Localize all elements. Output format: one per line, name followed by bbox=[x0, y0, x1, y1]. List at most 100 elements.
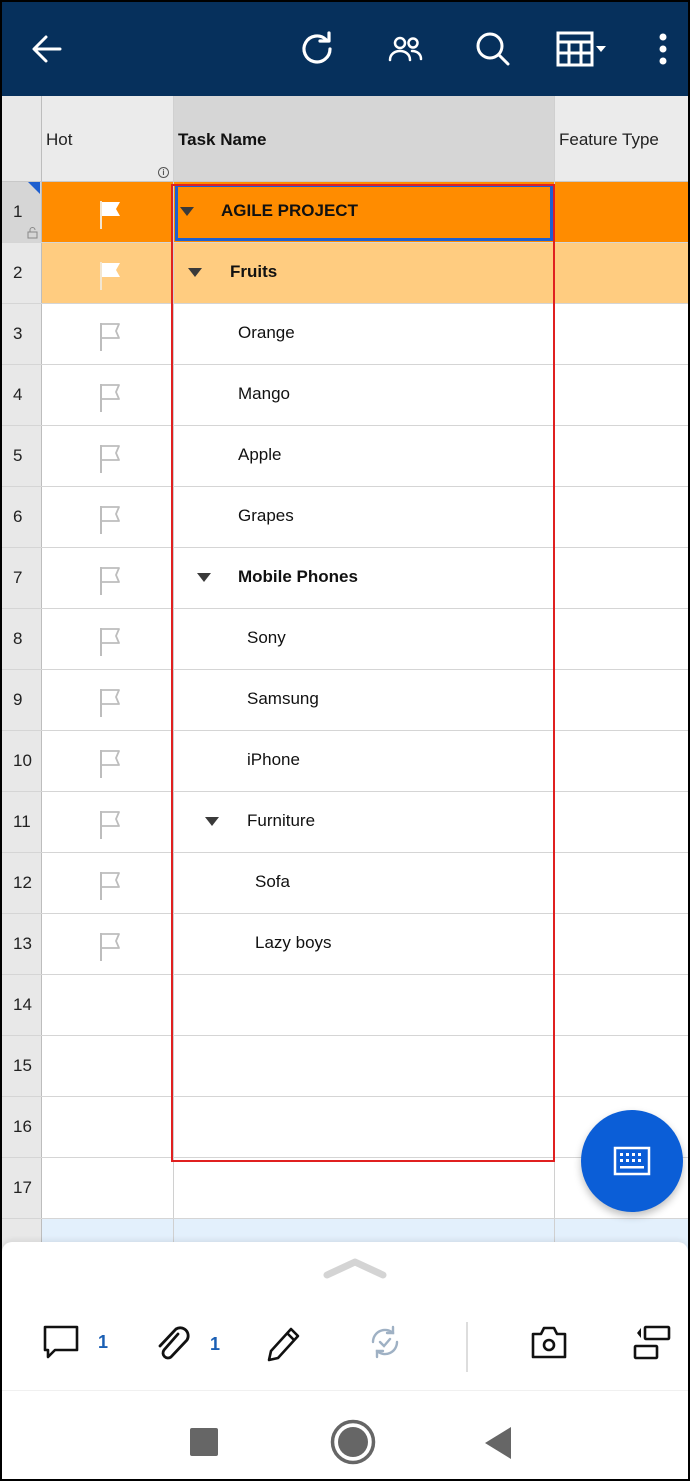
hot-flag-cell[interactable] bbox=[42, 914, 174, 974]
hot-flag-cell[interactable] bbox=[42, 426, 174, 486]
row-number-cell[interactable]: 4 bbox=[2, 365, 42, 425]
collapse-caret-icon[interactable] bbox=[197, 573, 211, 582]
task-name-cell[interactable] bbox=[174, 1036, 555, 1096]
table-row[interactable]: 3 Orange bbox=[2, 304, 688, 365]
row-number-cell[interactable]: 15 bbox=[2, 1036, 42, 1096]
table-row[interactable]: 6 Grapes bbox=[2, 487, 688, 548]
table-row[interactable]: 15 bbox=[2, 1036, 688, 1097]
row-layout-button[interactable] bbox=[632, 1324, 672, 1362]
table-row[interactable]: 14 bbox=[2, 975, 688, 1036]
hot-flag-cell[interactable] bbox=[42, 1036, 174, 1096]
feature-type-cell[interactable] bbox=[555, 609, 688, 669]
feature-type-cell[interactable] bbox=[555, 365, 688, 425]
feature-type-cell[interactable] bbox=[555, 548, 688, 608]
feature-type-cell[interactable] bbox=[555, 304, 688, 364]
row-number-cell[interactable]: 12 bbox=[2, 853, 42, 913]
home-button[interactable] bbox=[330, 1419, 376, 1470]
refresh-button[interactable] bbox=[293, 24, 343, 74]
row-number-cell[interactable]: 3 bbox=[2, 304, 42, 364]
task-name-cell[interactable]: iPhone bbox=[174, 731, 555, 791]
table-row[interactable]: 10 iPhone bbox=[2, 731, 688, 792]
feature-type-cell[interactable] bbox=[555, 853, 688, 913]
feature-type-cell[interactable] bbox=[555, 914, 688, 974]
feature-type-cell[interactable] bbox=[555, 975, 688, 1035]
table-row[interactable]: 7 Mobile Phones bbox=[2, 548, 688, 609]
hot-flag-cell[interactable] bbox=[42, 1097, 174, 1157]
keyboard-fab-button[interactable] bbox=[581, 1110, 683, 1212]
row-number-cell[interactable]: 2 bbox=[2, 243, 42, 303]
hot-flag-cell[interactable] bbox=[42, 487, 174, 547]
table-row[interactable]: 2 Fruits bbox=[2, 243, 688, 304]
task-name-cell[interactable]: Sony bbox=[174, 609, 555, 669]
task-name-cell[interactable]: Apple bbox=[174, 426, 555, 486]
task-name-cell[interactable]: Fruits bbox=[174, 243, 555, 303]
hot-flag-cell[interactable] bbox=[42, 1158, 174, 1218]
task-name-cell[interactable] bbox=[174, 1158, 555, 1218]
row-number-cell[interactable]: 6 bbox=[2, 487, 42, 547]
table-row[interactable]: 1 AGILE PROJECT bbox=[2, 182, 688, 243]
table-row[interactable]: 5 Apple bbox=[2, 426, 688, 487]
feature-type-cell[interactable] bbox=[555, 670, 688, 730]
share-button[interactable] bbox=[381, 24, 431, 74]
table-row[interactable]: 9 Samsung bbox=[2, 670, 688, 731]
grid-view-button[interactable] bbox=[552, 24, 612, 74]
hot-flag-cell[interactable] bbox=[42, 670, 174, 730]
task-name-cell[interactable]: Samsung bbox=[174, 670, 555, 730]
table-row[interactable]: 8 Sony bbox=[2, 609, 688, 670]
feature-type-cell[interactable] bbox=[555, 487, 688, 547]
camera-button[interactable] bbox=[530, 1324, 568, 1360]
row-number-cell[interactable]: 8 bbox=[2, 609, 42, 669]
comments-button[interactable]: 1 bbox=[42, 1324, 108, 1360]
row-number-header[interactable] bbox=[2, 96, 42, 182]
hot-flag-cell[interactable] bbox=[42, 304, 174, 364]
column-header-feature-type[interactable]: Feature Type bbox=[555, 96, 688, 182]
attachments-button[interactable]: 1 bbox=[152, 1324, 220, 1364]
task-name-cell[interactable] bbox=[174, 975, 555, 1035]
column-header-hot[interactable]: Hot i bbox=[42, 96, 174, 182]
row-number-cell[interactable]: 9 bbox=[2, 670, 42, 730]
task-name-cell[interactable] bbox=[174, 1097, 555, 1157]
hot-flag-cell[interactable] bbox=[42, 731, 174, 791]
feature-type-cell[interactable] bbox=[555, 792, 688, 852]
feature-type-cell[interactable] bbox=[555, 426, 688, 486]
hot-flag-cell[interactable] bbox=[42, 182, 174, 242]
task-name-cell[interactable]: Grapes bbox=[174, 487, 555, 547]
search-button[interactable] bbox=[468, 24, 518, 74]
task-name-cell[interactable]: Lazy boys bbox=[174, 914, 555, 974]
table-row[interactable]: 13 Lazy boys bbox=[2, 914, 688, 975]
feature-type-cell[interactable] bbox=[555, 1036, 688, 1096]
info-icon[interactable]: i bbox=[158, 167, 169, 178]
row-number-cell[interactable]: 5 bbox=[2, 426, 42, 486]
row-number-cell[interactable]: 10 bbox=[2, 731, 42, 791]
table-row[interactable]: 12 Sofa bbox=[2, 853, 688, 914]
row-number-cell[interactable]: 13 bbox=[2, 914, 42, 974]
hot-flag-cell[interactable] bbox=[42, 365, 174, 425]
more-options-button[interactable] bbox=[643, 24, 683, 74]
hot-flag-cell[interactable] bbox=[42, 975, 174, 1035]
table-row[interactable]: 4 Mango bbox=[2, 365, 688, 426]
row-number-cell[interactable]: 7 bbox=[2, 548, 42, 608]
table-row[interactable]: 11 Furniture bbox=[2, 792, 688, 853]
task-name-cell[interactable]: Mango bbox=[174, 365, 555, 425]
hot-flag-cell[interactable] bbox=[42, 548, 174, 608]
feature-type-cell[interactable] bbox=[555, 243, 688, 303]
task-name-cell[interactable]: Orange bbox=[174, 304, 555, 364]
feature-type-cell[interactable] bbox=[555, 182, 688, 242]
expand-sheet-handle-icon[interactable] bbox=[322, 1256, 388, 1280]
feature-type-cell[interactable] bbox=[555, 731, 688, 791]
back-nav-button[interactable] bbox=[483, 1425, 513, 1466]
row-number-cell[interactable]: 11 bbox=[2, 792, 42, 852]
back-button[interactable] bbox=[22, 24, 72, 74]
task-name-cell[interactable]: Mobile Phones bbox=[174, 548, 555, 608]
collapse-caret-icon[interactable] bbox=[188, 268, 202, 277]
task-name-cell[interactable]: Furniture bbox=[174, 792, 555, 852]
hot-flag-cell[interactable] bbox=[42, 792, 174, 852]
edit-button[interactable] bbox=[264, 1324, 302, 1364]
hot-flag-cell[interactable] bbox=[42, 853, 174, 913]
hot-flag-cell[interactable] bbox=[42, 243, 174, 303]
row-number-cell[interactable]: 16 bbox=[2, 1097, 42, 1157]
task-name-cell[interactable]: Sofa bbox=[174, 853, 555, 913]
hot-flag-cell[interactable] bbox=[42, 609, 174, 669]
collapse-caret-icon[interactable] bbox=[205, 817, 219, 826]
sync-button[interactable] bbox=[367, 1324, 403, 1360]
